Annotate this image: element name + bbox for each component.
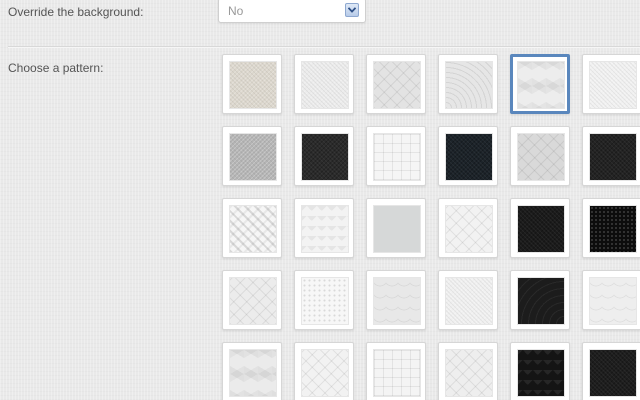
pattern-swatch (517, 61, 565, 109)
pattern-swatch (301, 277, 349, 325)
pattern-tile[interactable] (366, 342, 426, 400)
pattern-swatch (445, 349, 493, 397)
pattern-tile[interactable] (222, 270, 282, 330)
pattern-swatch (589, 349, 637, 397)
pattern-swatch (229, 133, 277, 181)
pattern-tile[interactable] (222, 54, 282, 114)
pattern-tile[interactable] (366, 198, 426, 258)
pattern-swatch (301, 349, 349, 397)
pattern-swatch (373, 61, 421, 109)
override-background-select[interactable]: No (218, 0, 366, 23)
pattern-tile[interactable] (222, 342, 282, 400)
pattern-tile[interactable] (582, 126, 640, 186)
pattern-tile[interactable] (366, 270, 426, 330)
pattern-swatch (517, 133, 565, 181)
pattern-tile[interactable] (222, 126, 282, 186)
pattern-tile[interactable] (222, 198, 282, 258)
pattern-swatch (373, 277, 421, 325)
pattern-swatch (373, 133, 421, 181)
pattern-tile[interactable] (366, 126, 426, 186)
pattern-tile[interactable] (438, 342, 498, 400)
pattern-tile[interactable] (294, 126, 354, 186)
pattern-tile[interactable] (582, 270, 640, 330)
pattern-tile[interactable] (294, 342, 354, 400)
pattern-tile[interactable] (510, 270, 570, 330)
pattern-swatch (229, 349, 277, 397)
pattern-tile[interactable] (438, 126, 498, 186)
pattern-swatch (373, 205, 421, 253)
pattern-swatch (301, 205, 349, 253)
pattern-swatch (517, 349, 565, 397)
pattern-tile[interactable] (438, 270, 498, 330)
pattern-swatch (229, 277, 277, 325)
pattern-tile[interactable] (366, 54, 426, 114)
pattern-tile[interactable] (294, 270, 354, 330)
pattern-swatch (517, 205, 565, 253)
pattern-tile[interactable] (510, 198, 570, 258)
pattern-tile[interactable] (438, 198, 498, 258)
pattern-swatch (589, 61, 637, 109)
pattern-tile[interactable] (294, 198, 354, 258)
pattern-swatch (229, 205, 277, 253)
pattern-swatch (301, 133, 349, 181)
section-divider (8, 46, 640, 48)
pattern-swatch (445, 277, 493, 325)
pattern-swatch (445, 133, 493, 181)
pattern-tile[interactable] (510, 342, 570, 400)
pattern-swatch (373, 349, 421, 397)
override-background-label: Override the background: (8, 5, 144, 19)
pattern-swatch (517, 277, 565, 325)
pattern-tile[interactable] (582, 54, 640, 114)
pattern-tile[interactable] (510, 54, 570, 114)
pattern-swatch (445, 205, 493, 253)
pattern-tile[interactable] (582, 198, 640, 258)
override-background-value: No (228, 4, 244, 18)
pattern-swatch (301, 61, 349, 109)
choose-pattern-label: Choose a pattern: (8, 61, 104, 75)
pattern-swatch (445, 61, 493, 109)
pattern-tile[interactable] (438, 54, 498, 114)
pattern-swatch (589, 277, 637, 325)
chevron-down-icon[interactable] (345, 3, 359, 17)
pattern-tile[interactable] (582, 342, 640, 400)
pattern-tile[interactable] (510, 126, 570, 186)
pattern-swatch (589, 205, 637, 253)
pattern-tile[interactable] (294, 54, 354, 114)
pattern-swatch (589, 133, 637, 181)
pattern-swatch (229, 61, 277, 109)
